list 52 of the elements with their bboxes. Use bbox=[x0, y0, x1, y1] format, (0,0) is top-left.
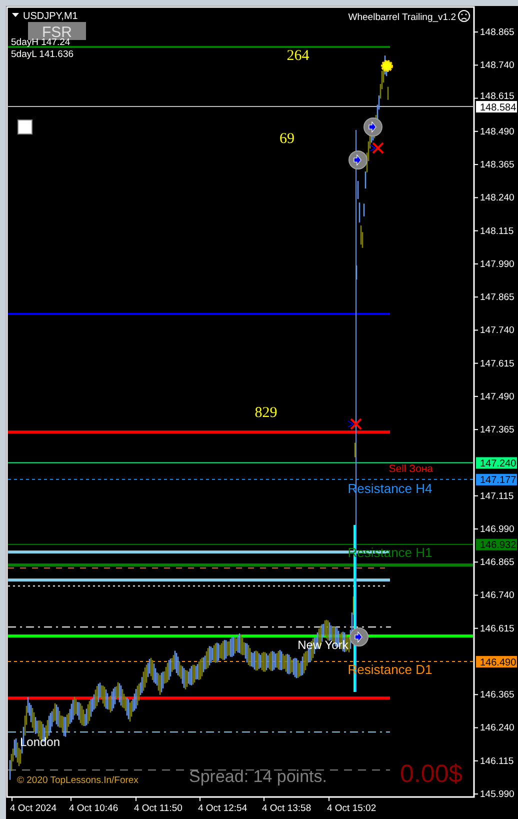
symbol-label: USDJPY,M1 bbox=[23, 11, 78, 22]
level-price-tag: 146.490 bbox=[476, 656, 517, 668]
five-day-low: 5dayL 141.636 bbox=[11, 49, 74, 60]
level-price-tag: 146.932 bbox=[476, 538, 517, 552]
time-tick: 4 Oct 10:46 bbox=[69, 803, 118, 814]
time-tick: 4 Oct 12:54 bbox=[198, 803, 248, 814]
time-tick: 4 Oct 15:02 bbox=[327, 803, 376, 814]
trade-count: 829 bbox=[254, 405, 278, 421]
zone-label: Sell Зона bbox=[388, 463, 433, 475]
spread-text: Spread: 14 points. bbox=[189, 767, 327, 786]
expert-name: Wheelbarrel Trailing_v1.2 bbox=[348, 12, 456, 23]
price-tick: 147.490 bbox=[480, 391, 514, 402]
price-tick: 148.365 bbox=[480, 160, 514, 171]
price-tick: 146.365 bbox=[480, 690, 514, 701]
sad-face-icon bbox=[458, 10, 470, 22]
cross-marker-icon bbox=[348, 418, 362, 430]
price-tick: 148.615 bbox=[480, 90, 514, 102]
cross-marker-icon bbox=[370, 142, 384, 154]
profit-text: 0.00$ bbox=[400, 760, 463, 788]
level-price-tag: 147.240 bbox=[476, 457, 517, 470]
price-tick: 146.115 bbox=[480, 756, 514, 767]
current-price-tag: 148.584 bbox=[476, 100, 517, 114]
sun-marker-icon bbox=[381, 60, 393, 72]
price-tick: 148.240 bbox=[480, 192, 514, 204]
toggle-square-icon[interactable] bbox=[18, 120, 32, 134]
trade-count: 264 bbox=[286, 48, 310, 64]
price-tick: 148.865 bbox=[480, 27, 514, 38]
trade-marker-icon bbox=[348, 150, 368, 170]
trade-count: 69 bbox=[280, 131, 294, 147]
time-tick: 4 Oct 2024 bbox=[10, 803, 56, 814]
level-price-tag: 147.177 bbox=[476, 474, 517, 486]
time-tick: 4 Oct 11:50 bbox=[134, 803, 182, 814]
price-tick: 146.740 bbox=[480, 590, 514, 602]
trade-marker-icon bbox=[364, 118, 382, 136]
price-tick: 145.990 bbox=[480, 789, 514, 800]
price-tick: 148.490 bbox=[480, 126, 514, 138]
price-tick: 148.115 bbox=[480, 226, 514, 237]
price-tick: 147.115 bbox=[480, 490, 514, 502]
price-tick: 147.865 bbox=[480, 292, 514, 304]
price-tick: 147.740 bbox=[480, 325, 514, 336]
price-tick: 147.990 bbox=[480, 258, 514, 270]
time-tick: 4 Oct 13:58 bbox=[262, 803, 312, 814]
price-tick: 146.865 bbox=[480, 557, 514, 568]
price-tick: 146.240 bbox=[480, 722, 514, 734]
price-tick: 147.615 bbox=[480, 358, 514, 370]
trade-marker-icon bbox=[350, 628, 368, 646]
price-tick: 146.615 bbox=[480, 623, 514, 634]
price-tick: 148.740 bbox=[480, 60, 514, 72]
dropdown-icon[interactable] bbox=[12, 13, 19, 17]
price-tick: 147.365 bbox=[480, 424, 514, 436]
price-tick: 146.990 bbox=[480, 524, 514, 535]
copyright-text: © 2020 TopLessons.In/Forex bbox=[17, 775, 138, 786]
